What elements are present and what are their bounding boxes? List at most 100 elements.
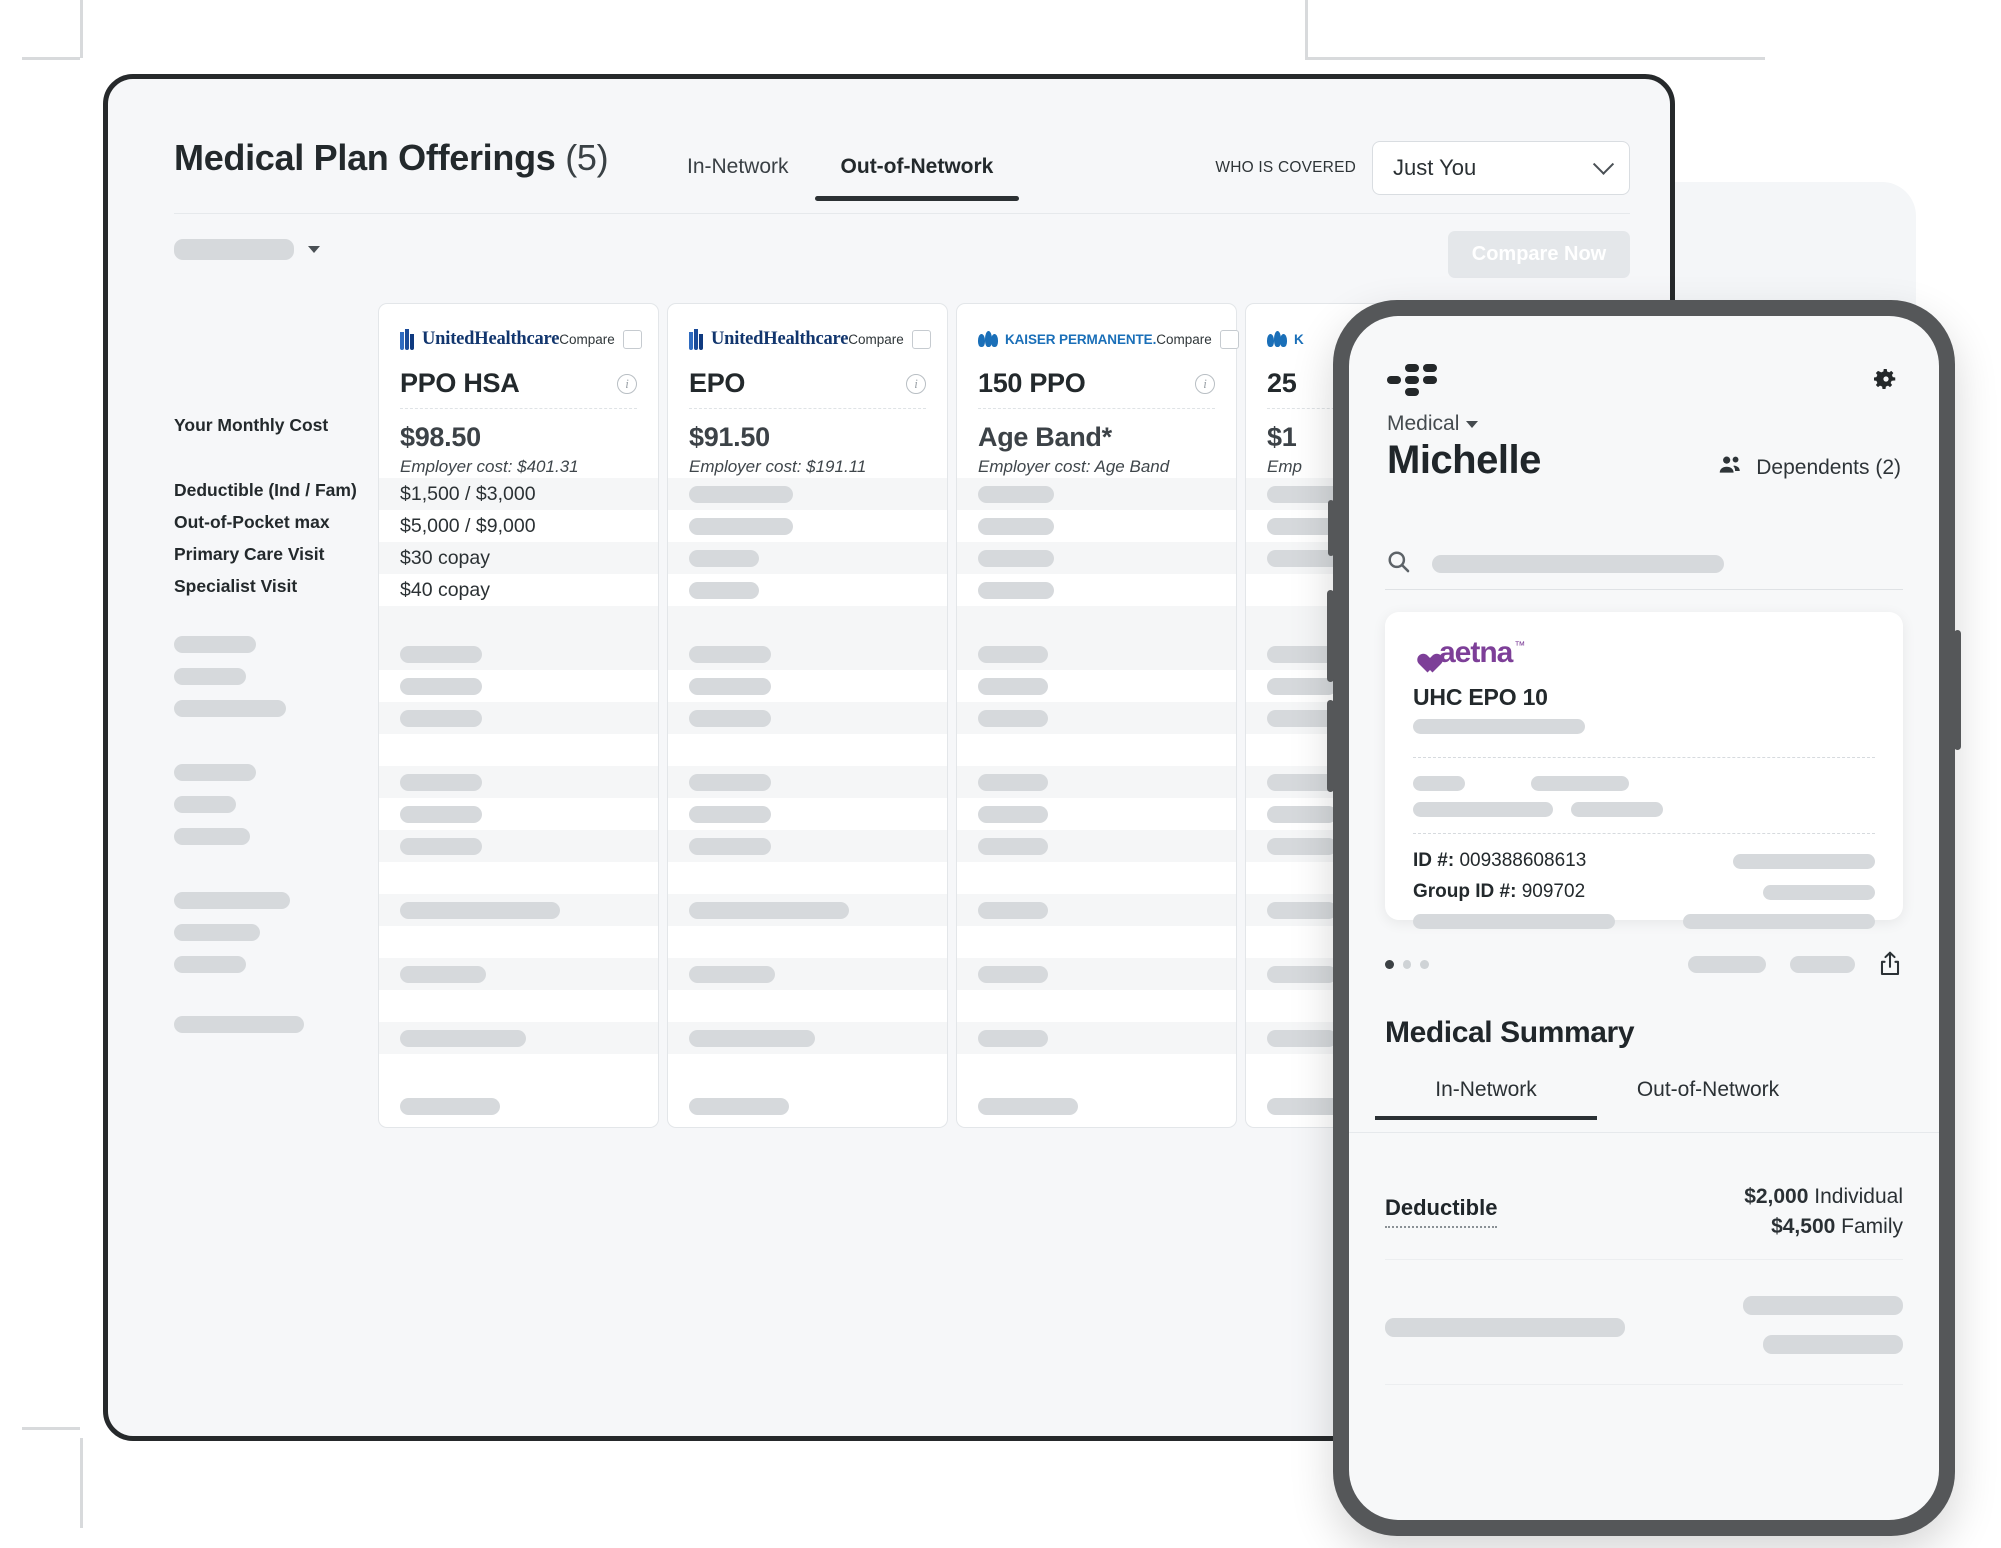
id-card-plan-name: UHC EPO 10 bbox=[1413, 684, 1548, 710]
phone-category-label: Medical bbox=[1387, 412, 1460, 435]
page-header: Medical Plan Offerings (5) In-Network Ou… bbox=[174, 127, 1630, 214]
page-title: Medical Plan Offerings (5) bbox=[174, 137, 609, 179]
compare-checkbox[interactable] bbox=[622, 329, 642, 349]
plan-card[interactable]: UnitedHealthcare Compare PPO HSA i $98.5… bbox=[378, 303, 659, 498]
id-card-skeleton bbox=[1531, 776, 1629, 791]
gear-icon[interactable] bbox=[1871, 364, 1901, 394]
summary-row-values: $2,000 Individual $4,500 Family bbox=[1744, 1182, 1903, 1242]
footer-skeleton bbox=[1763, 1335, 1903, 1354]
who-is-covered-select[interactable]: Just You bbox=[1372, 141, 1630, 195]
phone-mute-button[interactable] bbox=[1328, 500, 1334, 556]
label-skeleton bbox=[174, 924, 260, 941]
table-cell bbox=[378, 1054, 659, 1086]
label-skeleton bbox=[174, 636, 256, 653]
compare-control[interactable]: Compare bbox=[559, 329, 642, 349]
table-cell bbox=[956, 574, 1237, 606]
page-title-text: Medical Plan Offerings bbox=[174, 137, 556, 178]
compare-label: Compare bbox=[848, 331, 904, 347]
kaiser-logo-icon bbox=[978, 331, 998, 347]
dependents-link[interactable]: Dependents (2) bbox=[1718, 452, 1901, 484]
row-label-specialist-visit: Specialist Visit bbox=[174, 576, 298, 596]
value-skeleton bbox=[689, 517, 793, 535]
table-cell bbox=[378, 862, 659, 894]
carrier-brand: UnitedHealthcare bbox=[400, 328, 559, 350]
table-cell bbox=[956, 766, 1237, 798]
member-name: Michelle bbox=[1387, 438, 1541, 482]
app-logo-dots-icon bbox=[1387, 362, 1437, 396]
phone-volume-up-button[interactable] bbox=[1327, 590, 1334, 682]
summary-footer-skeletons bbox=[1385, 1296, 1903, 1385]
info-icon[interactable]: i bbox=[617, 373, 637, 394]
value-skeleton bbox=[400, 805, 482, 823]
value-skeleton bbox=[1267, 805, 1337, 823]
compare-control[interactable]: Compare bbox=[1156, 329, 1239, 349]
value-skeleton bbox=[978, 965, 1048, 983]
label-skeleton bbox=[174, 700, 286, 717]
id-card-skeleton bbox=[1683, 914, 1875, 929]
search-icon bbox=[1385, 548, 1412, 580]
phone-volume-down-button[interactable] bbox=[1327, 700, 1334, 792]
group-id-value: 909702 bbox=[1521, 881, 1586, 902]
table-cell: $40 copay bbox=[378, 574, 659, 606]
plan-card[interactable]: UnitedHealthcare Compare EPO i $91.50 Em… bbox=[667, 303, 948, 498]
summary-tab-out-of-network[interactable]: Out-of-Network bbox=[1597, 1078, 1819, 1120]
value-skeleton bbox=[400, 709, 482, 727]
plan-divider bbox=[978, 408, 1215, 409]
carousel-dot[interactable] bbox=[1385, 959, 1394, 969]
carousel-action-skeleton[interactable] bbox=[1687, 955, 1767, 973]
label-skeleton bbox=[174, 668, 246, 685]
plan-brand-row: UnitedHealthcare Compare bbox=[400, 326, 642, 352]
compare-label: Compare bbox=[1156, 331, 1212, 347]
value-skeleton bbox=[400, 965, 486, 983]
value-skeleton bbox=[689, 837, 771, 855]
table-cell bbox=[667, 990, 948, 1022]
plan-name: PPO HSA bbox=[400, 368, 520, 398]
phone-power-button[interactable] bbox=[1954, 630, 1961, 750]
value-skeleton bbox=[978, 485, 1054, 503]
table-cell bbox=[378, 894, 659, 926]
info-icon[interactable]: i bbox=[1195, 373, 1215, 394]
deductible-individual-value: $2,000 bbox=[1744, 1184, 1809, 1208]
carousel-dot[interactable] bbox=[1402, 959, 1412, 969]
chevron-down-icon bbox=[1592, 153, 1615, 175]
label-skeleton bbox=[174, 796, 236, 813]
table-cell bbox=[956, 510, 1237, 542]
who-is-covered-label: WHO IS COVERED bbox=[1215, 159, 1356, 176]
row-label-out-of-pocket-max: Out-of-Pocket max bbox=[174, 512, 330, 532]
compare-checkbox[interactable] bbox=[1219, 329, 1239, 349]
id-card-skeleton bbox=[1413, 802, 1553, 817]
uhc-logo-icon bbox=[400, 328, 415, 350]
kaiser-logo-icon bbox=[1267, 331, 1287, 347]
label-skeleton bbox=[174, 828, 250, 845]
table-cell bbox=[667, 894, 948, 926]
plan-name-row: EPO i bbox=[689, 368, 926, 399]
who-is-covered-group: WHO IS COVERED Just You bbox=[1215, 141, 1630, 195]
table-cell bbox=[956, 798, 1237, 830]
compare-checkbox[interactable] bbox=[911, 329, 931, 349]
filter-placeholder[interactable] bbox=[174, 239, 294, 260]
phone-category-selector[interactable]: Medical bbox=[1387, 412, 1479, 436]
value-skeleton bbox=[978, 805, 1048, 823]
table-cell: $1,500 / $3,000 bbox=[378, 478, 659, 510]
search-bar[interactable] bbox=[1385, 538, 1903, 590]
id-card-divider bbox=[1413, 833, 1875, 834]
plan-card[interactable]: KAISER PERMANENTE. Compare 150 PPO i Age… bbox=[956, 303, 1239, 498]
info-icon[interactable]: i bbox=[906, 373, 926, 394]
compare-now-button[interactable]: Compare Now bbox=[1448, 231, 1630, 278]
insurance-id-card[interactable]: aetna ™ UHC EPO 10 ID #: 009388608613 Gr… bbox=[1385, 612, 1903, 929]
tab-out-of-network[interactable]: Out-of-Network bbox=[814, 149, 1020, 201]
filter-chevron-down-icon[interactable] bbox=[308, 246, 320, 253]
share-icon[interactable] bbox=[1877, 950, 1903, 978]
plan-name: 25 bbox=[1267, 368, 1297, 398]
carousel-dot[interactable] bbox=[1420, 959, 1429, 969]
summary-tab-in-network[interactable]: In-Network bbox=[1375, 1078, 1597, 1120]
heart-icon bbox=[1413, 644, 1437, 666]
tab-in-network[interactable]: In-Network bbox=[661, 149, 815, 201]
value-skeleton bbox=[978, 773, 1048, 791]
table-cell bbox=[378, 958, 659, 990]
carousel-action-skeleton[interactable] bbox=[1790, 955, 1855, 973]
table-cell bbox=[956, 542, 1237, 574]
plan-divider bbox=[689, 408, 926, 409]
search-input[interactable] bbox=[1432, 554, 1724, 573]
compare-control[interactable]: Compare bbox=[848, 329, 931, 349]
